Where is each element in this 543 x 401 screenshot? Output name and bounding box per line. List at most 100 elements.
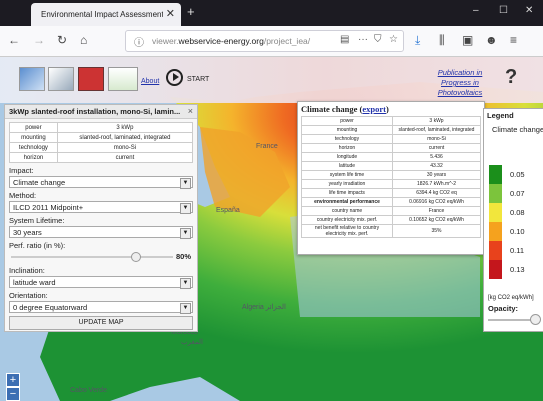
table-row: country name France: [301, 206, 481, 216]
lifetime-select[interactable]: 30 years ▼: [9, 226, 193, 239]
perf-ratio-value: 80%: [175, 252, 191, 261]
zoom-in-button[interactable]: +: [6, 373, 20, 387]
table-row: environmental performance 0.06916 kg CO2 …: [301, 197, 481, 207]
chevron-down-icon[interactable]: ▼: [180, 178, 191, 189]
pocket-icon[interactable]: ⛉: [374, 34, 382, 45]
table-row: power 3 kWp: [9, 122, 194, 133]
chevron-down-icon[interactable]: ▼: [180, 228, 191, 239]
partner-logo-3[interactable]: [78, 67, 104, 91]
export-link[interactable]: export: [362, 104, 386, 114]
result-table: power 3 kWp mounting slanted-roof, laminate…: [301, 116, 481, 238]
table-row: technology mono-Si: [9, 142, 194, 153]
orientation-label: Orientation:: [9, 291, 48, 300]
tab-title: Environmental Impact Assessment: [41, 10, 163, 19]
chevron-down-icon[interactable]: ▼: [180, 203, 191, 214]
map-label-spain: España: [216, 207, 240, 214]
result-key: country name: [301, 206, 393, 216]
menu-icon[interactable]: ≡: [510, 33, 517, 47]
legend-title: Legend: [487, 111, 514, 120]
reload-icon[interactable]: ↻: [57, 33, 67, 47]
chevron-down-icon[interactable]: ▼: [180, 303, 191, 314]
zoom-out-button[interactable]: −: [6, 387, 20, 401]
slider-track[interactable]: [11, 256, 173, 258]
legend-value: 0.07: [510, 189, 525, 198]
map-label-france: France: [256, 143, 278, 150]
map-label-algeria: Algeria الجزائر: [242, 304, 286, 311]
table-row: horizon current: [301, 143, 481, 153]
update-map-button[interactable]: UPDATE MAP: [9, 316, 193, 330]
result-key: environmental performance: [301, 197, 393, 207]
window-close-icon[interactable]: ✕: [525, 5, 533, 16]
result-key: country electricity mix. perf.: [301, 215, 393, 225]
help-icon[interactable]: ?: [505, 66, 517, 89]
lifetime-label: System Lifetime:: [9, 216, 65, 225]
table-row: technology mono-Si: [301, 134, 481, 144]
partner-logo-1[interactable]: [19, 67, 45, 91]
result-value: 5.436: [392, 152, 481, 162]
result-value: 0.06916 kg CO2 eq/kWh: [392, 197, 481, 207]
partner-logo-4[interactable]: [108, 67, 138, 91]
inclination-select[interactable]: latitude ward ▼: [9, 276, 193, 289]
table-row: life time impacts 6394.4 kg CO2 eq: [301, 188, 481, 198]
legend-subtitle: Climate change: [492, 125, 543, 134]
impact-label: Impact:: [9, 166, 34, 175]
legend-value: 0.13: [510, 265, 525, 274]
result-value: 1826.7 kWh.m^-2: [392, 179, 481, 189]
about-link[interactable]: About: [141, 78, 159, 85]
result-value: 3 kWp: [392, 116, 481, 126]
home-icon[interactable]: ⌂: [80, 33, 87, 47]
table-row: latitude 43.32: [301, 161, 481, 171]
account-icon[interactable]: ☻: [485, 33, 498, 47]
browser-tab-bar: Environmental Impact Assessment ✕ + – ☐ …: [0, 0, 543, 26]
perf-ratio-slider[interactable]: 80%: [9, 251, 193, 263]
table-row: horizon current: [9, 152, 194, 163]
bookmark-icon[interactable]: ☆: [389, 34, 398, 45]
orientation-select[interactable]: 0 degree Equatorward ▼: [9, 301, 193, 314]
impact-select[interactable]: Climate change ▼: [9, 176, 193, 189]
map-label-morocco-ar: المغرب: [181, 339, 203, 346]
publication-link[interactable]: Publication in Progress in Photovoltaics: [420, 68, 500, 98]
result-key: life time impacts: [301, 188, 393, 198]
table-row: system life time 30 years: [301, 170, 481, 180]
result-value: current: [392, 143, 481, 153]
new-tab-icon[interactable]: +: [187, 4, 195, 19]
method-select[interactable]: ILCD 2011 Midpoint+ ▼: [9, 201, 193, 214]
legend-swatch: [489, 184, 502, 203]
result-key: technology: [301, 134, 393, 144]
table-row: power 3 kWp: [301, 116, 481, 126]
opacity-slider-handle[interactable]: [530, 314, 541, 325]
start-label[interactable]: START: [187, 76, 209, 83]
legend-unit: [kg CO2 eq/kWh]: [488, 295, 534, 301]
library-icon[interactable]: ⫼: [439, 33, 445, 48]
opacity-label: Opacity:: [488, 304, 519, 313]
info-icon[interactable]: ⓘ: [134, 34, 144, 49]
legend-value: 0.08: [510, 208, 525, 217]
back-icon[interactable]: ←: [8, 33, 20, 47]
page-actions-icon[interactable]: ···: [358, 34, 368, 45]
result-key: mounting: [301, 125, 393, 135]
panel-close-icon[interactable]: ×: [188, 106, 193, 116]
legend-swatch: [489, 222, 502, 241]
result-key: system life time: [301, 170, 393, 180]
result-popup: Climate change (export) power 3 kWp mounti…: [297, 101, 485, 255]
minimize-icon[interactable]: –: [473, 5, 479, 16]
legend-value: 0.11: [510, 246, 525, 255]
legend-swatch: [489, 165, 502, 184]
result-key: latitude: [301, 161, 393, 171]
maximize-icon[interactable]: ☐: [499, 5, 508, 16]
url-bar[interactable]: ⓘ viewer.webservice-energy.org/project_i…: [125, 30, 404, 52]
forward-icon[interactable]: →: [33, 33, 45, 47]
reader-view-icon[interactable]: ▤: [340, 34, 349, 45]
legend-swatch: [489, 203, 502, 222]
chevron-down-icon[interactable]: ▼: [180, 278, 191, 289]
popup-title: Climate change (export): [301, 104, 389, 114]
table-row: longitude 5.436: [301, 152, 481, 162]
tab-close-icon[interactable]: ✕: [166, 7, 175, 20]
sidebar-icon[interactable]: ▣: [462, 33, 473, 47]
slider-handle[interactable]: [131, 252, 141, 262]
download-icon[interactable]: ⤓: [415, 33, 420, 48]
legend-panel: Legend Climate change 0.05 0.07 0.08 0.10 0.…: [483, 108, 543, 332]
browser-tab[interactable]: Environmental Impact Assessment ✕: [31, 3, 181, 26]
result-key: horizon: [301, 143, 393, 153]
partner-logo-2[interactable]: [48, 67, 74, 91]
